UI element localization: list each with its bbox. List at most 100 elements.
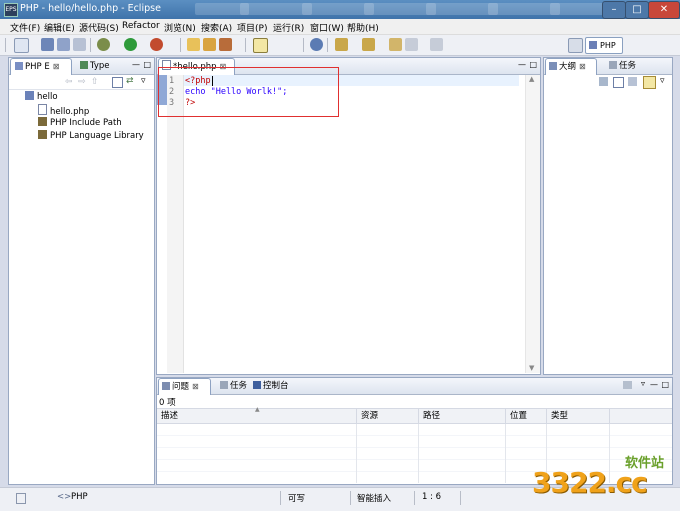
editor-scrollbar[interactable]: ▲ ▼ <box>525 75 540 373</box>
tree-language-library[interactable]: PHP Language Library <box>38 130 144 141</box>
run-icon[interactable] <box>124 38 137 51</box>
status-cursor-position: 1 : 6 <box>422 492 442 502</box>
maximize-view-icon[interactable]: □ <box>529 60 537 69</box>
forward-icon[interactable] <box>430 38 443 51</box>
php-perspective-button[interactable]: PHP <box>585 37 623 54</box>
external-tools-icon[interactable] <box>150 38 163 51</box>
perspective-label: PHP <box>600 41 616 50</box>
menu-navigate[interactable]: 浏览(N) <box>164 21 196 34</box>
last-edit-icon[interactable] <box>389 38 402 51</box>
outline-toolbar: ▿ <box>544 75 672 89</box>
prev-annotation-icon[interactable] <box>362 38 375 51</box>
tree-file-hello-php[interactable]: hello.php <box>38 104 89 117</box>
new-file-icon[interactable] <box>14 38 29 53</box>
tab-problems[interactable]: 问题 ⊠ <box>158 378 211 395</box>
type-hierarchy-icon <box>80 61 88 69</box>
main-toolbar: PHP <box>0 35 680 56</box>
col-location[interactable]: 位置 <box>506 409 547 423</box>
up-arrow-icon[interactable]: ⇧ <box>91 77 99 87</box>
view-menu-icon[interactable]: ▿ <box>141 76 146 86</box>
forward-arrow-icon[interactable]: ⇨ <box>78 77 86 87</box>
maximize-view-icon[interactable]: □ <box>143 60 151 69</box>
collapse-all-icon[interactable] <box>112 77 123 88</box>
col-resource[interactable]: 资源 <box>357 409 419 423</box>
link-with-editor-icon[interactable] <box>643 76 656 89</box>
minimize-button[interactable]: – <box>602 1 626 19</box>
console-icon <box>253 381 261 389</box>
tab-problems-label: 问题 <box>172 382 190 392</box>
highlight-box <box>158 67 339 117</box>
sort-arrow-icon: ▲ <box>255 406 260 413</box>
globe-icon[interactable] <box>310 38 323 51</box>
tab-type[interactable]: Type <box>77 58 110 74</box>
next-annotation-icon[interactable] <box>335 38 348 51</box>
debug-icon[interactable] <box>97 38 110 51</box>
close-icon[interactable]: ⊠ <box>53 62 60 71</box>
close-icon[interactable]: ⊠ <box>579 62 586 71</box>
view-menu-icon[interactable]: ▿ <box>641 379 645 388</box>
open-perspective-icon[interactable] <box>568 38 583 53</box>
collapse-all-icon[interactable] <box>613 77 624 88</box>
open-type-icon[interactable] <box>219 38 232 51</box>
view-menu-icon[interactable]: ▿ <box>660 76 665 86</box>
project-folder-icon <box>25 91 34 100</box>
outline-tabstrip: 大纲 ⊠ 任务 <box>544 58 672 75</box>
minimize-view-icon[interactable]: — <box>132 60 140 69</box>
tree-include-path-label: PHP Include Path <box>50 118 122 128</box>
new-project-icon[interactable] <box>187 38 200 51</box>
back-icon[interactable] <box>405 38 418 51</box>
problems-tabstrip: 问题 ⊠ 任务 控制台 ▿ — □ <box>157 378 672 395</box>
close-icon[interactable]: ⊠ <box>192 382 199 391</box>
filter-icon[interactable] <box>628 77 637 86</box>
sort-icon[interactable] <box>599 77 608 86</box>
explorer-toolbar: ⇦ ⇨ ⇧ ⇄ ▿ <box>9 75 154 90</box>
menu-refactor[interactable]: Refactor <box>122 21 160 31</box>
save-all-icon[interactable] <box>57 38 70 51</box>
window-title: PHP - hello/hello.php - Eclipse <box>20 3 161 14</box>
tab-php-explorer[interactable]: PHP E ⊠ <box>10 58 72 75</box>
menu-window[interactable]: 窗口(W) <box>310 21 344 34</box>
tab-console[interactable]: 控制台 <box>250 378 289 394</box>
col-path[interactable]: 路径 <box>419 409 506 423</box>
scroll-down-arrow-icon[interactable]: ▼ <box>529 364 534 372</box>
scroll-up-arrow-icon[interactable]: ▲ <box>529 75 534 83</box>
watermark-brand: 3322.cc <box>532 466 648 499</box>
edit-toggle-icon[interactable] <box>253 38 268 53</box>
minimize-view-icon[interactable]: — <box>650 380 658 389</box>
col-type[interactable]: 类型 <box>547 409 610 423</box>
menu-source[interactable]: 源代码(S) <box>79 21 119 34</box>
problems-icon <box>162 382 170 390</box>
minimize-view-icon[interactable]: — <box>518 60 526 69</box>
link-editor-icon[interactable]: ⇄ <box>126 76 134 86</box>
back-arrow-icon[interactable]: ⇦ <box>65 77 73 87</box>
library-icon <box>38 117 47 126</box>
eclipse-app-icon: EPS <box>4 3 18 17</box>
menu-search[interactable]: 搜索(A) <box>201 21 232 34</box>
library-icon <box>38 130 47 139</box>
problems-count: 0 项 <box>159 398 176 408</box>
watermark-logo: 软件站 3322.cc <box>530 448 680 508</box>
print-icon[interactable] <box>73 38 86 51</box>
explorer-tabstrip: PHP E ⊠ Type — □ <box>9 58 154 75</box>
maximize-button[interactable]: □ <box>625 1 649 19</box>
menu-file[interactable]: 文件(F) <box>10 21 40 34</box>
close-button[interactable]: ✕ <box>648 1 680 19</box>
tab-outline[interactable]: 大纲 ⊠ <box>545 58 597 75</box>
maximize-view-icon[interactable]: □ <box>661 380 669 389</box>
menu-run[interactable]: 运行(R) <box>273 21 304 34</box>
tree-file-label: hello.php <box>50 107 90 117</box>
menu-edit[interactable]: 编辑(E) <box>44 21 75 34</box>
tab-tasks[interactable]: 任务 <box>606 58 636 74</box>
fast-view-icon[interactable] <box>16 493 26 504</box>
tasks-icon <box>609 61 617 69</box>
save-icon[interactable] <box>41 38 54 51</box>
tree-include-path[interactable]: PHP Include Path <box>38 117 122 128</box>
menu-project[interactable]: 项目(P) <box>237 21 267 34</box>
tree-project-hello[interactable]: hello <box>25 91 58 102</box>
tree-library-label: PHP Language Library <box>50 131 144 141</box>
filter-icon[interactable] <box>623 381 632 389</box>
tab-type-label: Type <box>90 61 110 71</box>
open-folder-icon[interactable] <box>203 38 216 51</box>
menu-help[interactable]: 帮助(H) <box>347 21 379 34</box>
tab-tasks-bottom[interactable]: 任务 <box>217 378 247 394</box>
